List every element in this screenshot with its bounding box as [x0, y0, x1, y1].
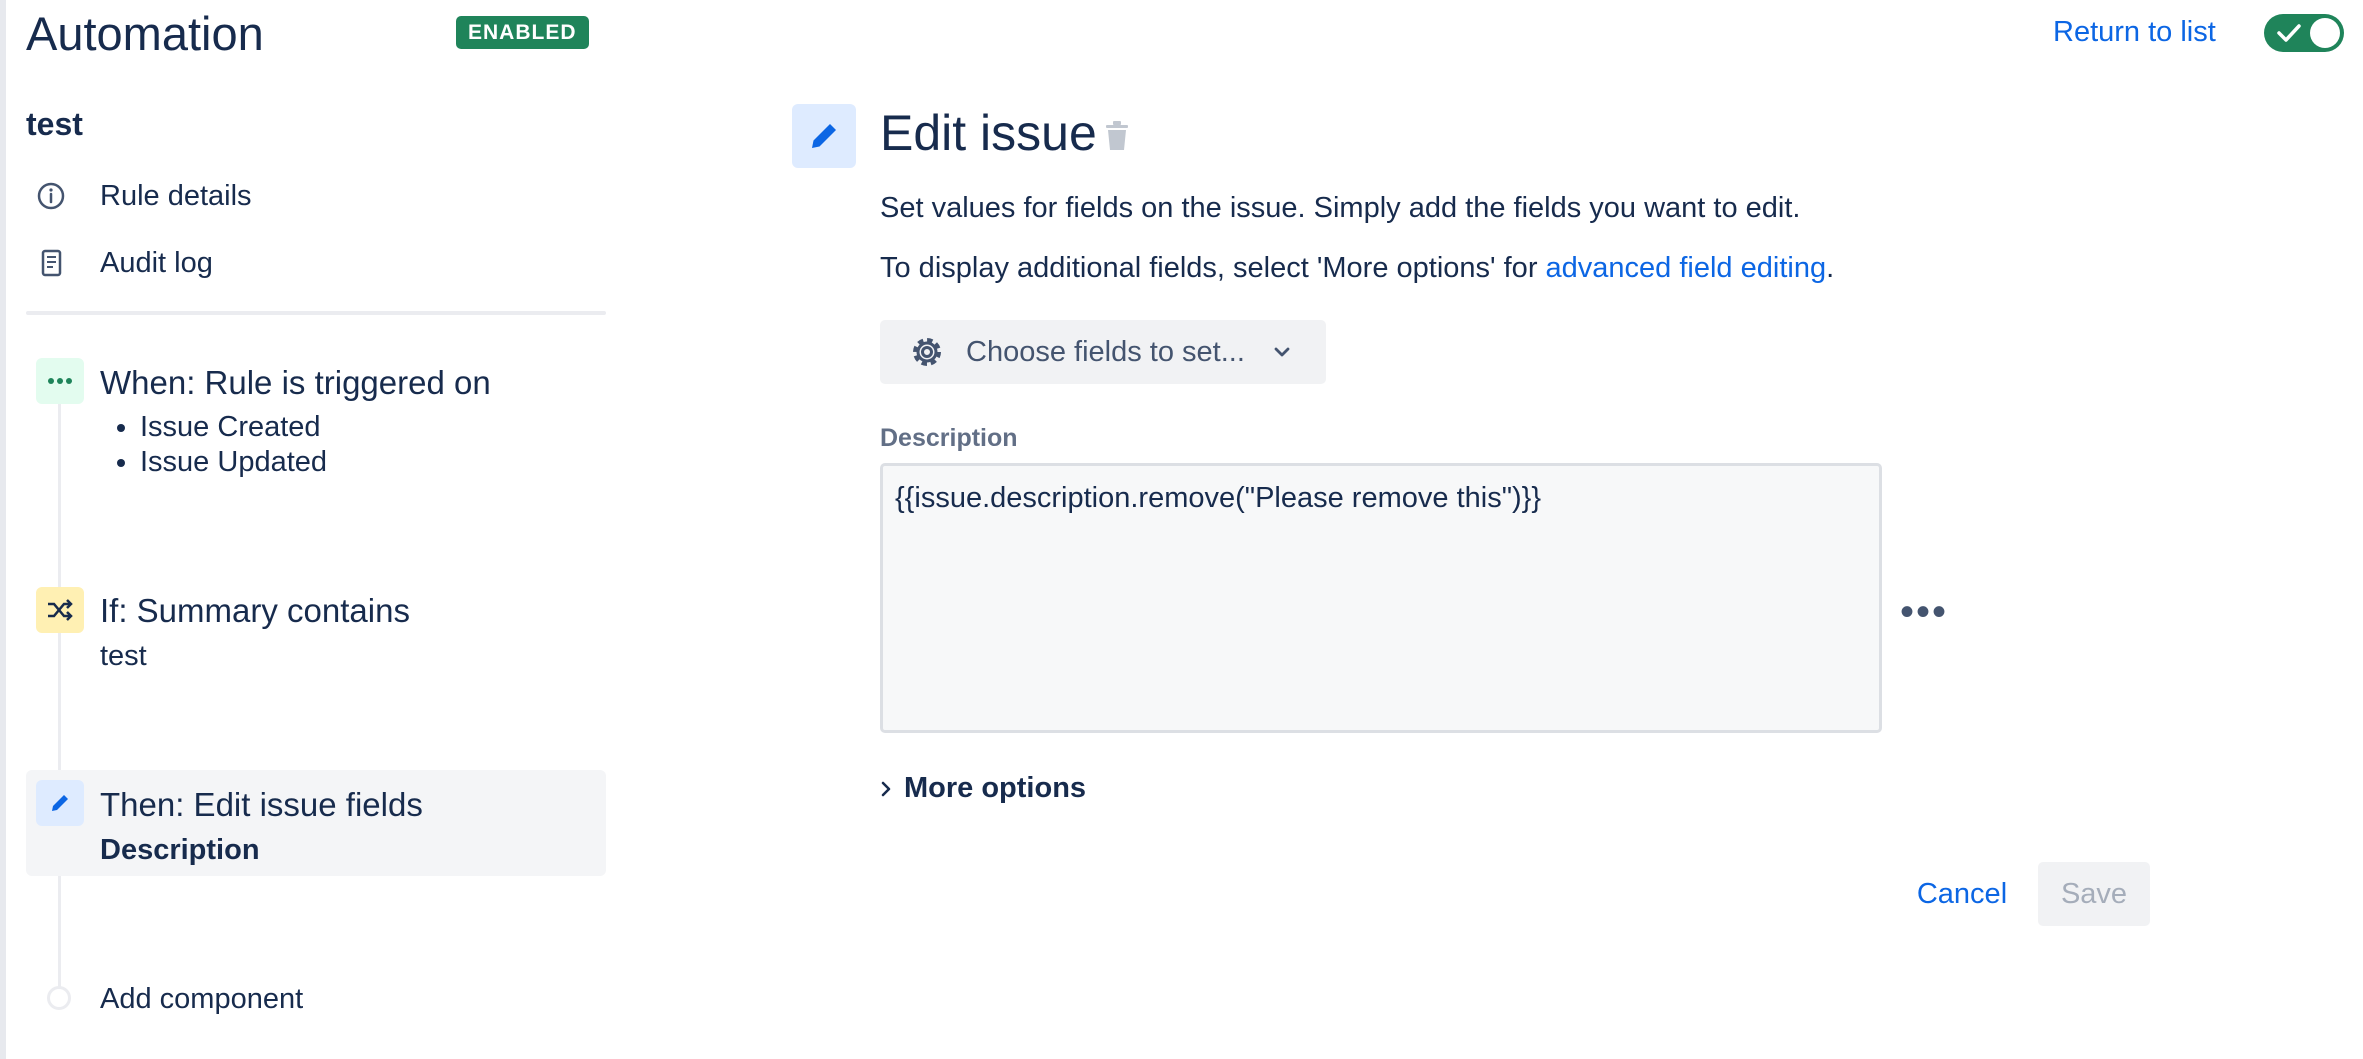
left-edge [0, 0, 6, 1059]
condition-component-title[interactable]: If: Summary contains [100, 592, 410, 630]
trigger-component-icon[interactable] [36, 358, 84, 404]
return-to-list-link[interactable]: Return to list [2053, 16, 2216, 49]
add-component-dot [47, 986, 71, 1010]
sidebar-item-audit-log[interactable]: Audit log [36, 241, 213, 285]
choose-fields-label: Choose fields to set... [966, 335, 1245, 368]
trash-icon[interactable] [1104, 120, 1130, 157]
advanced-field-editing-link[interactable]: advanced field editing [1546, 252, 1827, 284]
description-textarea[interactable]: {{issue.description.remove("Please remov… [880, 463, 1882, 733]
pencil-icon [812, 124, 836, 148]
more-options-label: More options [904, 772, 1087, 804]
info-icon [36, 181, 76, 211]
shuffle-icon [48, 599, 73, 621]
check-icon [2277, 24, 2301, 42]
save-button[interactable]: Save [2038, 862, 2150, 926]
sidebar-item-rule-details[interactable]: Rule details [36, 174, 252, 218]
trigger-list: Issue Created Issue Updated [140, 410, 327, 480]
sidebar-divider [26, 311, 606, 315]
edit-issue-icon [792, 104, 856, 168]
sidebar-item-label: Rule details [100, 179, 252, 212]
rule-timeline [58, 375, 61, 995]
action-component-icon[interactable] [36, 780, 84, 826]
advanced-text: To display additional fields, select 'Mo… [880, 252, 1546, 284]
more-options-toggle[interactable]: More options [880, 772, 1086, 805]
action-component-title[interactable]: Then: Edit issue fields [100, 786, 423, 824]
chevron-right-icon [881, 781, 891, 796]
add-component-button[interactable]: Add component [100, 983, 303, 1016]
panel-title: Edit issue [880, 105, 1097, 161]
sidebar-item-label: Audit log [100, 246, 213, 279]
gear-icon [913, 338, 941, 366]
condition-component-icon[interactable] [36, 587, 84, 633]
more-dots-icon [48, 378, 72, 384]
automation-page: Automation ENABLED Return to list test R… [0, 0, 2363, 1059]
more-actions-icon[interactable]: ••• [1900, 590, 1948, 635]
list-item: Issue Created [140, 410, 327, 445]
chevron-down-icon [1274, 347, 1290, 357]
toggle-knob [2310, 18, 2340, 48]
status-badge: ENABLED [456, 16, 589, 49]
rule-enabled-toggle[interactable] [2264, 14, 2344, 52]
list-item: Issue Updated [140, 445, 327, 480]
audit-log-icon [36, 248, 76, 278]
cancel-button[interactable]: Cancel [1906, 862, 2018, 926]
rule-name: test [26, 106, 83, 142]
advanced-editing-text: To display additional fields, select 'Mo… [880, 252, 1834, 285]
pencil-icon [52, 795, 68, 811]
page-title: Automation [26, 7, 264, 60]
action-component-detail: Description [100, 834, 260, 866]
panel-description: Set values for fields on the issue. Simp… [880, 192, 1801, 224]
description-field-label: Description [880, 424, 1018, 452]
condition-component-detail: test [100, 640, 147, 672]
trigger-component-title[interactable]: When: Rule is triggered on [100, 364, 491, 402]
advanced-text-end: . [1826, 252, 1835, 284]
choose-fields-dropdown[interactable]: Choose fields to set... [880, 320, 1326, 384]
